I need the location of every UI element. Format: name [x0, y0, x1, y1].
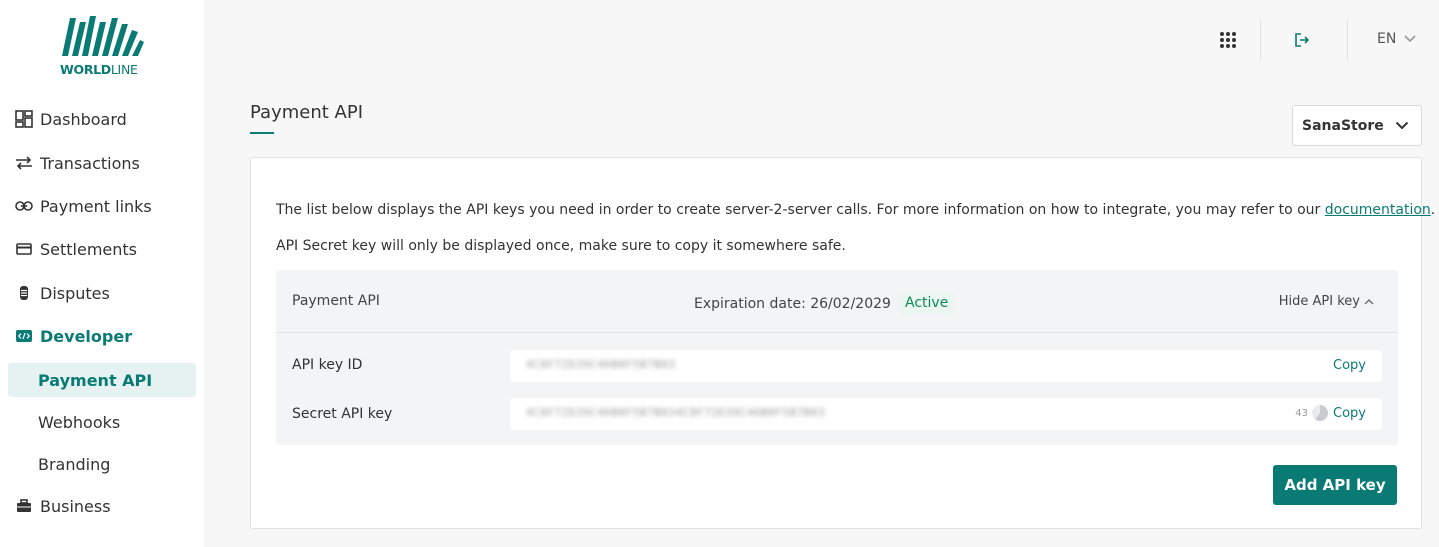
secret-api-key-field: 4C8F72D39C46B0F5B7B034C8F72D39C46B0F5B7B… — [510, 398, 1382, 430]
sidebar-item-label: Settlements — [40, 239, 138, 259]
sidebar-item-business[interactable]: Business — [14, 491, 111, 521]
sidebar-subitem-webhooks[interactable]: Webhooks — [8, 405, 196, 439]
copy-timer: 43 — [1295, 405, 1328, 421]
api-key-id-label: API key ID — [292, 357, 363, 373]
dashboard-icon — [14, 109, 34, 129]
api-key-panel-header: Payment API Expiration date: 26/02/2029 … — [276, 270, 1398, 333]
transfer-arrows-icon — [14, 153, 34, 173]
grid-icon — [1220, 32, 1236, 48]
sidebar-item-label: Dashboard — [40, 109, 127, 129]
copy-timer-count: 43 — [1295, 407, 1308, 419]
sidebar-subitem-branding[interactable]: Branding — [8, 447, 196, 481]
chevron-down-icon — [1395, 121, 1409, 130]
sidebar: WORLDLINE Dashboard Transactions Payment… — [0, 0, 204, 547]
logout-button[interactable] — [1290, 28, 1314, 52]
sidebar-item-label: Payment links — [40, 196, 152, 216]
worldline-logo[interactable]: WORLDLINE — [56, 14, 148, 78]
chevron-up-icon — [1364, 299, 1374, 305]
secret-api-key-value: 4C8F72D39C46B0F5B7B034C8F72D39C46B0F5B7B… — [526, 406, 826, 419]
sidebar-item-dashboard[interactable]: Dashboard — [14, 104, 127, 134]
api-name: Payment API — [292, 293, 380, 309]
sidebar-item-label: Business — [40, 496, 111, 516]
info-text-end: . — [1430, 202, 1436, 218]
warning-text: API Secret key will only be displayed on… — [276, 238, 846, 254]
store-select[interactable]: SanaStore — [1292, 105, 1422, 146]
store-select-value: SanaStore — [1302, 117, 1384, 134]
hide-api-key-label: Hide API key — [1278, 294, 1360, 309]
api-key-id-value: 4C8F72D39C46B0F5B7B03 — [526, 358, 676, 371]
sidebar-item-label: Transactions — [40, 153, 140, 173]
sidebar-item-settlements[interactable]: Settlements — [14, 234, 137, 264]
sidebar-item-label: Disputes — [40, 283, 110, 303]
apps-grid-button[interactable] — [1216, 28, 1240, 52]
language-selector[interactable]: EN — [1377, 31, 1416, 47]
sidebar-subitem-label: Webhooks — [38, 412, 121, 432]
dispute-icon — [14, 283, 34, 303]
api-key-id-field: 4C8F72D39C46B0F5B7B03 Copy — [510, 350, 1382, 382]
sidebar-item-transactions[interactable]: Transactions — [14, 148, 140, 178]
logout-icon — [1295, 33, 1310, 47]
code-icon — [14, 326, 34, 346]
status-badge: Active — [899, 292, 955, 314]
api-keys-card: The list below displays the API keys you… — [250, 157, 1435, 529]
copy-secret-api-key-button[interactable]: Copy — [1333, 406, 1366, 421]
sidebar-item-disputes[interactable]: Disputes — [14, 278, 110, 308]
sidebar-subitem-payment-api[interactable]: Payment API — [8, 363, 196, 397]
info-text-body: The list below displays the API keys you… — [276, 202, 1325, 218]
sidebar-item-payment-links[interactable]: Payment links — [14, 191, 152, 221]
chevron-down-icon — [1404, 35, 1416, 43]
sidebar-item-label: Developer — [40, 326, 133, 346]
sidebar-subitem-label: Payment API — [38, 370, 153, 390]
add-api-key-button[interactable]: Add API key — [1273, 465, 1397, 505]
topbar-divider — [1260, 20, 1261, 60]
worldline-waves-icon — [62, 16, 144, 56]
page-title: Payment API — [250, 102, 364, 123]
sidebar-item-developer[interactable]: Developer — [14, 321, 132, 351]
info-text: The list below displays the API keys you… — [276, 202, 1435, 218]
card-icon — [14, 239, 34, 259]
sidebar-subitem-label: Branding — [38, 454, 111, 474]
copy-api-key-id-button[interactable]: Copy — [1333, 358, 1366, 373]
logo-wordmark: WORLDLINE — [60, 62, 138, 77]
link-icon — [14, 196, 34, 216]
language-label: EN — [1377, 31, 1397, 47]
briefcase-icon — [14, 496, 34, 516]
timer-pie-icon — [1312, 405, 1328, 421]
documentation-link[interactable]: documentation — [1325, 202, 1431, 218]
expiration-date: Expiration date: 26/02/2029 — [694, 296, 891, 312]
title-underline — [250, 132, 274, 134]
hide-api-key-toggle[interactable]: Hide API key — [1279, 294, 1374, 309]
topbar-divider — [1347, 20, 1348, 60]
secret-api-key-label: Secret API key — [292, 406, 393, 422]
api-key-panel: Payment API Expiration date: 26/02/2029 … — [276, 270, 1398, 445]
